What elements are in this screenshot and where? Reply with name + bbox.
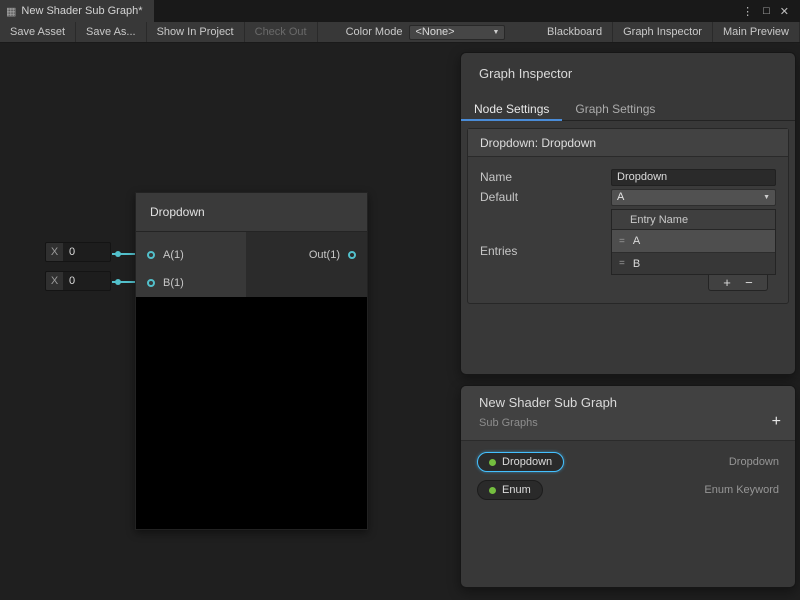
- blackboard-item-label: Dropdown: [502, 456, 552, 468]
- name-label: Name: [480, 170, 611, 184]
- blackboard-subtitle: Sub Graphs: [479, 417, 777, 429]
- color-mode-label: Color Mode: [346, 26, 403, 38]
- toolbar: Save Asset Save As... Show In Project Ch…: [0, 22, 800, 43]
- entries-list-footer: + −: [611, 275, 776, 293]
- blackboard-item-type: Dropdown: [729, 456, 779, 468]
- default-field-row: Default A ▼: [480, 187, 776, 207]
- blackboard-row-enum: Enum Enum Keyword: [477, 479, 779, 501]
- entries-field-row: Entries Entry Name = A = B: [480, 209, 776, 293]
- settings-section-title: Dropdown: Dropdown: [468, 129, 788, 157]
- blackboard-panel[interactable]: New Shader Sub Graph Sub Graphs + Dropdo…: [460, 385, 796, 588]
- keyword-dot-icon: [489, 459, 496, 466]
- document-tab[interactable]: ▦ New Shader Sub Graph*: [0, 0, 154, 22]
- chevron-down-icon: ▼: [493, 29, 500, 36]
- add-entry-button[interactable]: +: [723, 276, 731, 289]
- menu-icon[interactable]: ⋮: [737, 5, 758, 18]
- tab-node-settings[interactable]: Node Settings: [461, 98, 562, 120]
- entry-row-a[interactable]: = A: [612, 230, 775, 252]
- axis-label: X: [46, 243, 63, 261]
- name-input[interactable]: Dropdown: [611, 169, 776, 186]
- window-controls: ⋮ □ ✕: [737, 0, 800, 22]
- port-value-widget-a[interactable]: X 0: [45, 242, 111, 262]
- edge-dot: [115, 251, 121, 257]
- color-mode-group: Color Mode <None> ▼: [346, 22, 506, 42]
- node-input-ports: A(1) B(1): [136, 232, 246, 297]
- node-output-ports: Out(1): [246, 232, 367, 297]
- port-row-out: Out(1): [246, 241, 367, 269]
- entry-row-b[interactable]: = B: [612, 252, 775, 274]
- entry-value: A: [633, 235, 640, 247]
- axis-label: X: [46, 272, 63, 290]
- default-value: A: [617, 191, 624, 203]
- default-label: Default: [480, 190, 611, 204]
- blackboard-item-enum[interactable]: Enum: [477, 480, 543, 500]
- blackboard-row-dropdown: Dropdown Dropdown: [477, 451, 779, 473]
- port-label-out: Out(1): [309, 249, 340, 261]
- blackboard-body: Dropdown Dropdown Enum Enum Keyword: [461, 441, 795, 517]
- add-property-button[interactable]: +: [772, 413, 781, 431]
- node-body: A(1) B(1) Out(1): [135, 232, 368, 297]
- edge-dot: [115, 279, 121, 285]
- panel-title: Graph Inspector: [479, 66, 572, 81]
- chevron-down-icon: ▼: [763, 194, 770, 201]
- color-mode-dropdown[interactable]: <None> ▼: [409, 25, 505, 40]
- inspector-tabs: Node Settings Graph Settings: [461, 98, 795, 121]
- node-title[interactable]: Dropdown: [135, 192, 368, 232]
- blackboard-title[interactable]: New Shader Sub Graph: [479, 395, 777, 410]
- blackboard-item-type: Enum Keyword: [704, 484, 779, 496]
- graph-canvas[interactable]: X 0 X 0 Dropdown A(1) B(1) Out(1): [0, 43, 800, 600]
- color-mode-value: <None>: [415, 26, 454, 38]
- shader-graph-icon: ▦: [6, 5, 16, 18]
- keyword-dot-icon: [489, 487, 496, 494]
- entries-list: Entry Name = A = B: [611, 209, 776, 293]
- toolbar-spacer: [505, 22, 537, 42]
- save-asset-button[interactable]: Save Asset: [0, 22, 76, 42]
- port-label-a: A(1): [163, 249, 184, 261]
- port-row-a: A(1): [136, 241, 246, 269]
- blackboard-item-dropdown[interactable]: Dropdown: [477, 452, 564, 472]
- port-row-b: B(1): [136, 269, 246, 297]
- drag-handle-icon[interactable]: =: [619, 258, 624, 269]
- maximize-icon[interactable]: □: [758, 5, 775, 17]
- node-settings-box: Dropdown: Dropdown Name Dropdown Default…: [467, 128, 789, 304]
- check-out-button[interactable]: Check Out: [245, 22, 318, 42]
- tab-title: New Shader Sub Graph*: [21, 5, 142, 17]
- entries-list-box: Entry Name = A = B: [611, 209, 776, 275]
- blackboard-toggle-button[interactable]: Blackboard: [537, 22, 613, 42]
- close-icon[interactable]: ✕: [775, 5, 794, 18]
- tab-graph-settings[interactable]: Graph Settings: [562, 98, 668, 120]
- name-field-row: Name Dropdown: [480, 167, 776, 187]
- save-as-button[interactable]: Save As...: [76, 22, 147, 42]
- settings-body: Name Dropdown Default A ▼ Entries Entry …: [468, 157, 788, 303]
- entries-footer-buttons: + −: [708, 275, 768, 291]
- main-preview-toggle-button[interactable]: Main Preview: [713, 22, 800, 42]
- value-field[interactable]: 0: [63, 272, 110, 290]
- entries-label: Entries: [480, 244, 611, 258]
- dropdown-node[interactable]: Dropdown A(1) B(1) Out(1): [135, 192, 368, 530]
- graph-inspector-toggle-button[interactable]: Graph Inspector: [613, 22, 713, 42]
- show-in-project-button[interactable]: Show In Project: [147, 22, 245, 42]
- port-label-b: B(1): [163, 277, 184, 289]
- default-dropdown[interactable]: A ▼: [611, 189, 776, 206]
- port-value-widget-b[interactable]: X 0: [45, 271, 111, 291]
- blackboard-header: New Shader Sub Graph Sub Graphs +: [461, 386, 795, 441]
- value-field[interactable]: 0: [63, 243, 110, 261]
- graph-inspector-header: Graph Inspector: [461, 53, 795, 93]
- drag-handle-icon[interactable]: =: [619, 236, 624, 247]
- graph-inspector-panel[interactable]: Graph Inspector Node Settings Graph Sett…: [460, 52, 796, 375]
- remove-entry-button[interactable]: −: [745, 276, 753, 289]
- blackboard-item-label: Enum: [502, 484, 531, 496]
- entry-value: B: [633, 258, 640, 270]
- title-bar: ▦ New Shader Sub Graph* ⋮ □ ✕: [0, 0, 800, 22]
- output-port[interactable]: [348, 251, 356, 259]
- input-port-a[interactable]: [147, 251, 155, 259]
- node-preview: [135, 297, 368, 530]
- entries-list-header: Entry Name: [612, 210, 775, 230]
- input-port-b[interactable]: [147, 279, 155, 287]
